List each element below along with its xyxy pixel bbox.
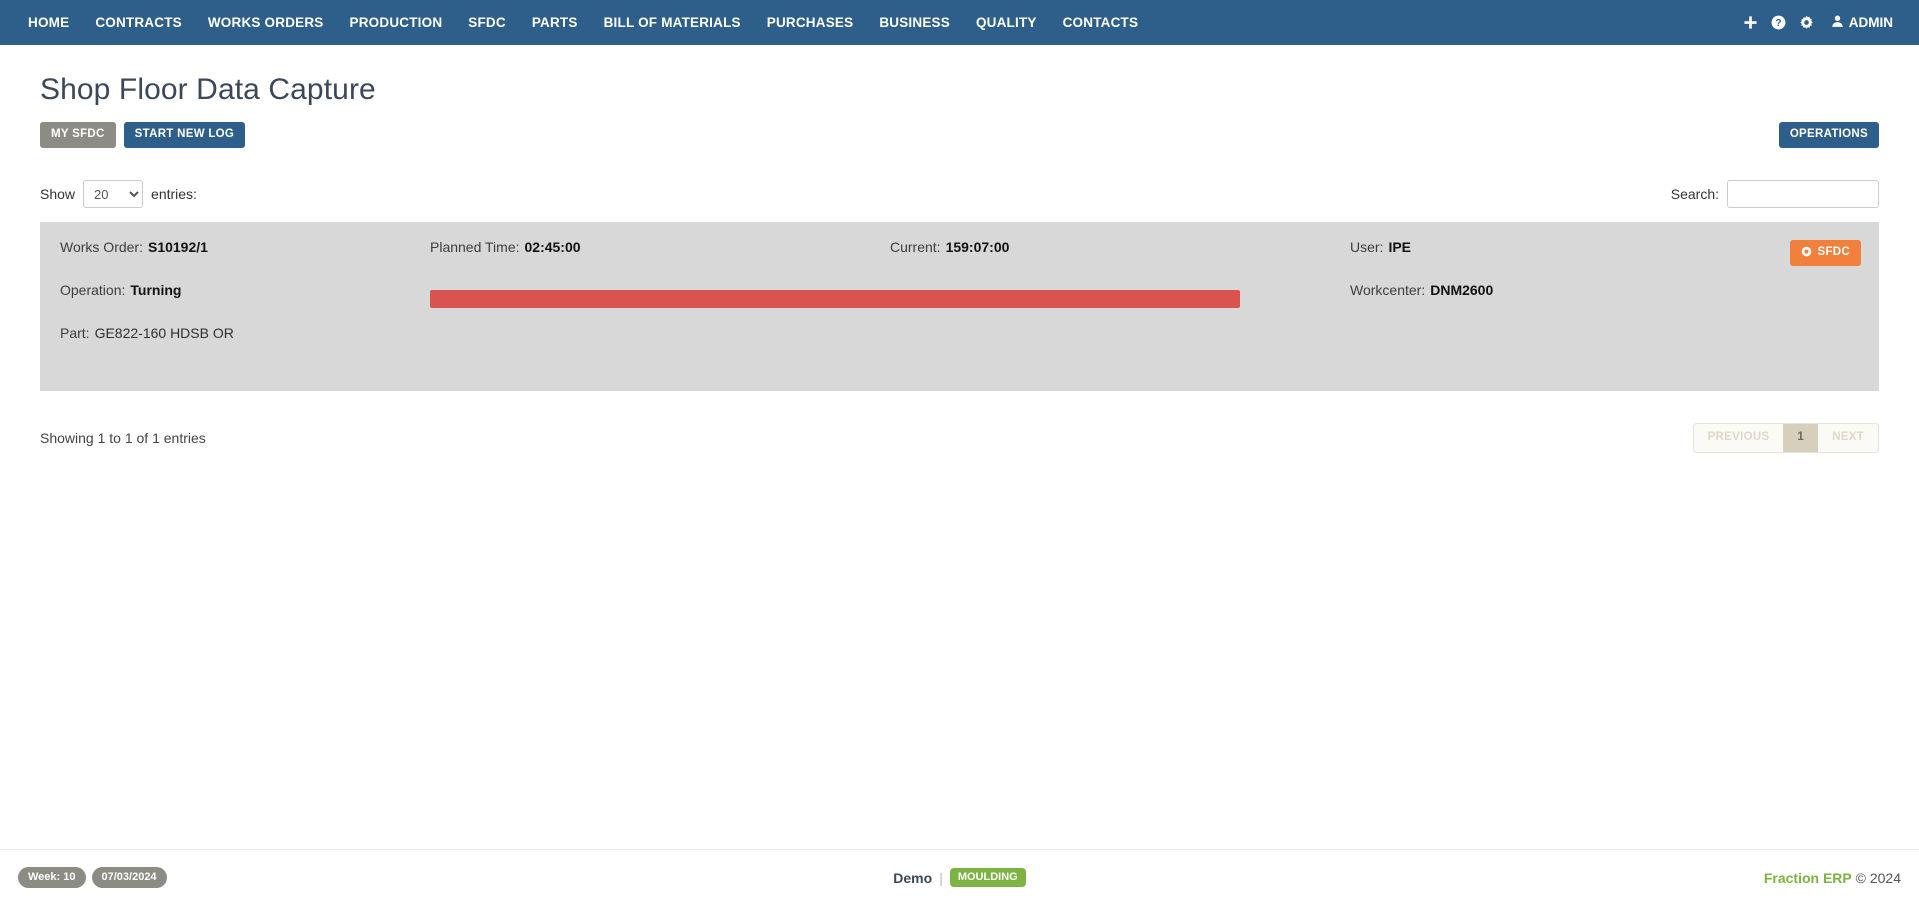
workcenter-value: DNM2600 (1430, 283, 1493, 297)
part-value: GE822-160 HDSB OR (95, 326, 234, 340)
module-badge: MOULDING (950, 868, 1026, 887)
operation-field: Operation: Turning (60, 283, 420, 326)
page-action-bar: MY SFDC START NEW LOG OPERATIONS (40, 122, 1879, 148)
plus-icon[interactable] (1737, 0, 1765, 45)
sfdc-user-label: User: (1350, 240, 1383, 254)
help-circle-icon[interactable]: ? (1765, 0, 1793, 45)
top-navbar: HOME CONTRACTS WORKS ORDERS PRODUCTION S… (0, 0, 1919, 45)
planned-time-value: 02:45:00 (525, 240, 581, 254)
footer-center-group: Demo | MOULDING (0, 868, 1919, 887)
user-field: User: IPE (1350, 240, 1830, 283)
pagination-previous[interactable]: PREVIOUS (1694, 424, 1784, 452)
user-avatar-icon (1831, 14, 1844, 31)
works-order-value: S10192/1 (148, 240, 208, 254)
sfdc-row-actions: SFDC (1790, 240, 1861, 266)
sfdc-log-grid: Works Order: S10192/1 Operation: Turning… (50, 240, 1869, 369)
part-label: Part: (60, 326, 90, 340)
sfdc-col-user: User: IPE Workcenter: DNM2600 (1340, 240, 1830, 369)
nav-item-home[interactable]: HOME (28, 0, 82, 45)
copyright-label: © 2024 (1856, 870, 1901, 886)
page-title: Shop Floor Data Capture (40, 72, 1879, 108)
nav-item-sfdc[interactable]: SFDC (455, 0, 519, 45)
sfdc-user-value: IPE (1388, 240, 1411, 254)
operation-value: Turning (130, 283, 181, 297)
sfdc-record-button-label: SFDC (1817, 247, 1850, 259)
main-navigation: HOME CONTRACTS WORKS ORDERS PRODUCTION S… (28, 0, 1151, 45)
user-menu[interactable]: ADMIN (1831, 14, 1893, 31)
my-sfdc-button[interactable]: MY SFDC (40, 122, 116, 148)
sfdc-col-planned: Planned Time: 02:45:00 (420, 240, 880, 369)
footer-right-group: Fraction ERP © 2024 (1764, 870, 1901, 886)
user-name-label: ADMIN (1849, 15, 1893, 30)
brand-name: Fraction ERP (1764, 870, 1852, 886)
nav-item-production[interactable]: PRODUCTION (337, 0, 456, 45)
current-time-field: Current: 159:07:00 (890, 240, 1340, 283)
nav-item-quality[interactable]: QUALITY (963, 0, 1050, 45)
show-entries-control: Show 20 entries: (40, 180, 197, 208)
entries-per-page-select[interactable]: 20 (83, 180, 143, 208)
pagination-page-1[interactable]: 1 (1783, 424, 1818, 452)
table-controls: Show 20 entries: Search: (40, 178, 1879, 210)
svg-text:?: ? (1776, 18, 1782, 29)
sfdc-col-order: Works Order: S10192/1 Operation: Turning… (50, 240, 420, 369)
nav-item-parts[interactable]: PARTS (519, 0, 591, 45)
operation-label: Operation: (60, 283, 125, 297)
nav-item-purchases[interactable]: PURCHASES (754, 0, 867, 45)
navbar-actions: ? ADMIN (1737, 0, 1893, 45)
nav-item-business[interactable]: BUSINESS (866, 0, 963, 45)
sfdc-log-row: Works Order: S10192/1 Operation: Turning… (40, 222, 1879, 391)
workcenter-label: Workcenter: (1350, 283, 1425, 297)
footer-separator: | (939, 870, 943, 886)
nav-item-bill-of-materials[interactable]: BILL OF MATERIALS (591, 0, 754, 45)
search-input[interactable] (1727, 180, 1879, 208)
environment-label: Demo (893, 870, 932, 886)
page-content: Shop Floor Data Capture MY SFDC START NE… (0, 72, 1919, 455)
showing-entries-info: Showing 1 to 1 of 1 entries (40, 430, 206, 446)
planned-time-field: Planned Time: 02:45:00 (430, 240, 880, 283)
page-footer: Week: 10 07/03/2024 Demo | MOULDING Frac… (0, 849, 1919, 905)
works-order-label: Works Order: (60, 240, 143, 254)
pagination: PREVIOUS 1 NEXT (1693, 423, 1879, 453)
sfdc-col-current: Current: 159:07:00 (880, 240, 1340, 369)
start-new-log-button[interactable]: START NEW LOG (124, 122, 246, 148)
part-field: Part: GE822-160 HDSB OR (60, 326, 420, 369)
sfdc-record-button[interactable]: SFDC (1790, 240, 1861, 266)
gear-icon[interactable] (1793, 0, 1821, 45)
nav-item-works-orders[interactable]: WORKS ORDERS (195, 0, 337, 45)
works-order-field: Works Order: S10192/1 (60, 240, 420, 283)
current-time-value: 159:07:00 (946, 240, 1010, 254)
entries-label: entries: (151, 186, 197, 202)
current-time-label: Current: (890, 240, 941, 254)
record-circle-icon (1801, 246, 1812, 261)
operations-button[interactable]: OPERATIONS (1779, 122, 1879, 148)
planned-time-label: Planned Time: (430, 240, 520, 254)
search-control: Search: (1671, 180, 1879, 208)
nav-item-contracts[interactable]: CONTRACTS (82, 0, 195, 45)
show-label: Show (40, 186, 75, 202)
table-footer: Showing 1 to 1 of 1 entries PREVIOUS 1 N… (40, 421, 1879, 455)
nav-item-contacts[interactable]: CONTACTS (1050, 0, 1152, 45)
search-label: Search: (1671, 186, 1719, 202)
workcenter-field: Workcenter: DNM2600 (1350, 283, 1830, 326)
pagination-next[interactable]: NEXT (1818, 424, 1878, 452)
